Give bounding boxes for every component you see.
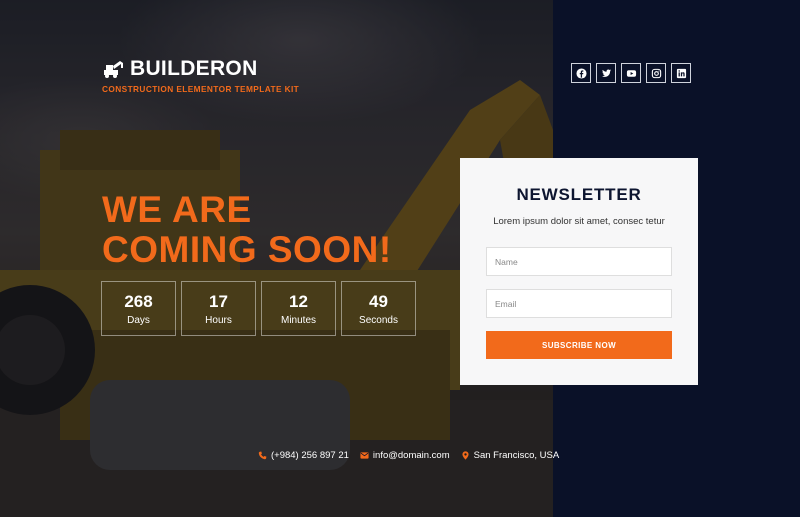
countdown-unit: Seconds [359, 314, 398, 326]
countdown-value: 49 [369, 291, 388, 311]
newsletter-subtitle: Lorem ipsum dolor sit amet, consec tetur [493, 216, 665, 227]
countdown-minutes: 12 Minutes [261, 281, 336, 336]
page-headline: WE ARE COMING SOON! [102, 190, 392, 270]
countdown-timer: 268 Days 17 Hours 12 Minutes 49 Seconds [101, 281, 416, 336]
countdown-unit: Hours [205, 314, 232, 326]
email-address: info@domain.com [372, 450, 450, 461]
youtube-icon[interactable] [621, 63, 641, 83]
countdown-days: 268 Days [101, 281, 176, 336]
contact-phone[interactable]: (+984) 256 897 21 [258, 450, 349, 461]
countdown-value: 12 [289, 291, 308, 311]
excavator-icon [104, 61, 123, 78]
brand-tagline: CONSTRUCTION ELEMENTOR TEMPLATE KIT [102, 84, 300, 94]
social-links [571, 63, 691, 83]
countdown-hours: 17 Hours [181, 281, 256, 336]
email-field[interactable] [486, 289, 672, 318]
logo[interactable]: BUILDERON [103, 57, 258, 81]
location-pin-icon [462, 451, 469, 460]
contact-info: (+984) 256 897 21 info@domain.com San Fr… [258, 450, 570, 461]
contact-location: San Francisco, USA [461, 450, 560, 461]
countdown-value: 268 [124, 291, 153, 311]
location-text: San Francisco, USA [473, 450, 560, 461]
phone-icon [258, 451, 267, 460]
phone-number: (+984) 256 897 21 [271, 450, 349, 461]
instagram-icon[interactable] [646, 63, 666, 83]
mail-icon [360, 452, 369, 459]
subscribe-button[interactable]: SUBSCRIBE NOW [486, 331, 672, 359]
contact-email[interactable]: info@domain.com [360, 450, 450, 461]
headline-line-1: WE ARE [102, 189, 252, 230]
countdown-seconds: 49 Seconds [341, 281, 416, 336]
headline-line-2: COMING SOON! [102, 229, 392, 270]
twitter-icon[interactable] [596, 63, 616, 83]
countdown-unit: Minutes [280, 314, 316, 326]
linkedin-icon[interactable] [671, 63, 691, 83]
newsletter-title: NEWSLETTER [516, 185, 642, 204]
newsletter-card: NEWSLETTER Lorem ipsum dolor sit amet, c… [460, 158, 698, 385]
brand-name: BUILDERON [130, 57, 258, 80]
facebook-icon[interactable] [571, 63, 591, 83]
name-field[interactable] [486, 247, 672, 276]
countdown-unit: Days [127, 314, 150, 326]
countdown-value: 17 [209, 291, 228, 311]
